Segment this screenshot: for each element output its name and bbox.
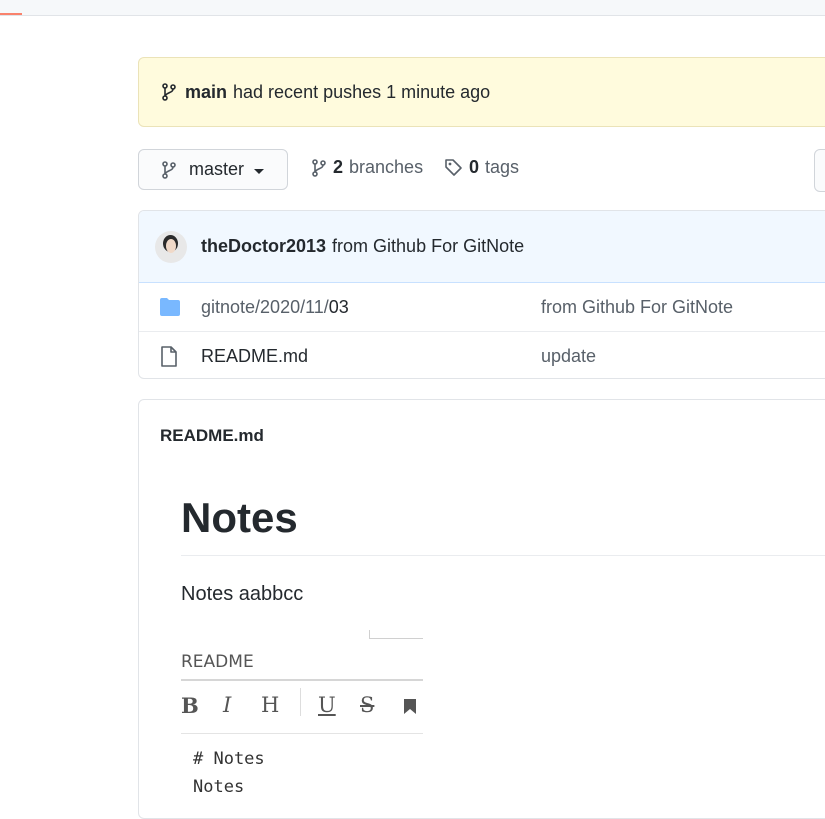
file-browser: theDoctor2013 from Github For GitNote gi… (138, 210, 825, 379)
file-name-link[interactable]: gitnote/2020/11/03 (201, 297, 349, 318)
git-branch-icon (162, 160, 176, 179)
avatar[interactable] (155, 230, 187, 263)
readme-panel: README.md Notes Notes aabbcc README B I … (138, 399, 825, 819)
branches-label: branches (349, 157, 424, 177)
file-commit-message[interactable]: update (541, 346, 596, 367)
branch-select-button[interactable]: master (138, 149, 288, 190)
directory-path-last: 03 (328, 296, 349, 317)
underline-icon: U (318, 693, 336, 717)
commit-message[interactable]: from Github For GitNote (332, 236, 524, 257)
embedded-editor-image: README B I H U S # Notes Notes (181, 630, 423, 818)
editor-divider (181, 733, 423, 734)
branches-link[interactable]: 2 branches (311, 157, 423, 178)
file-row[interactable]: gitnote/2020/11/03 from Github For GitNo… (139, 283, 825, 331)
code-line: Notes (193, 777, 245, 797)
file-row[interactable]: README.md update (139, 331, 825, 378)
editor-title: README (181, 652, 254, 672)
editor-tab-outline (369, 630, 423, 639)
tags-count: 0 (469, 157, 480, 177)
file-commit-message[interactable]: from Github For GitNote (541, 297, 733, 318)
banner-message: had recent pushes 1 minute ago (233, 81, 491, 102)
heading-divider (181, 555, 825, 556)
toolbar-separator (300, 688, 301, 716)
file-name-link[interactable]: README.md (201, 346, 308, 367)
selected-tab-underline (0, 13, 22, 15)
strikethrough-icon: S (360, 693, 375, 717)
tags-link[interactable]: 0 tags (444, 157, 519, 178)
git-branch-icon (312, 158, 326, 177)
editor-divider (181, 679, 423, 681)
directory-path-prefix: gitnote/2020/11/ (201, 296, 329, 317)
code-line: # Notes (193, 749, 265, 769)
commit-author[interactable]: theDoctor2013 (201, 236, 326, 257)
go-to-file-button[interactable] (814, 149, 825, 192)
readme-paragraph: Notes aabbcc (181, 583, 304, 605)
folder-icon (160, 298, 180, 316)
bold-icon: B (181, 693, 199, 718)
branches-count: 2 (333, 157, 344, 177)
tags-label: tags (485, 157, 520, 177)
banner-branch-name[interactable]: main (185, 82, 227, 103)
tag-icon (445, 159, 462, 176)
latest-commit-row: theDoctor2013 from Github For GitNote (139, 211, 825, 283)
chevron-down-icon (254, 168, 265, 174)
bookmark-icon (404, 699, 416, 714)
file-icon (161, 346, 177, 367)
readme-heading: Notes (181, 494, 298, 541)
branch-select-label: master (189, 159, 245, 179)
repo-header-bar (0, 0, 825, 16)
git-branch-icon (162, 83, 176, 101)
readme-filename[interactable]: README.md (160, 426, 264, 446)
heading-icon: H (261, 693, 280, 717)
recent-push-banner: main had recent pushes 1 minute ago (138, 57, 825, 127)
italic-icon: I (223, 693, 232, 717)
